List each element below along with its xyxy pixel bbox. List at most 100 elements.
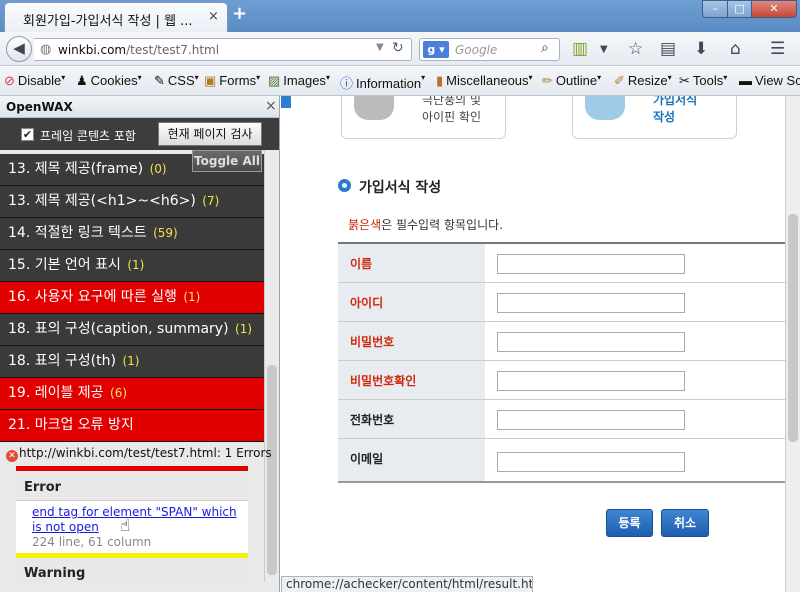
library-dropdown-icon[interactable]: ▼ — [600, 44, 608, 55]
images-icon: ▨ — [268, 73, 281, 88]
search-icon[interactable]: ⌕ — [541, 40, 549, 56]
search-bar[interactable]: g ▾ Google ⌕ — [419, 38, 560, 61]
step-card-verify-label: 극단풍의 및 아이핀 확인 — [422, 96, 482, 124]
result-row[interactable]: 15. 기본 언어 표시 (1) — [0, 250, 264, 282]
form-label: 비밀번호 — [338, 322, 485, 360]
new-tab-button[interactable]: + — [232, 3, 247, 24]
error-icon: ✕ — [6, 450, 18, 462]
browser-tab[interactable]: 회원가입-가입서식 작성 | 웹 ... × — [4, 2, 228, 32]
tab-title: 회원가입-가입서식 작성 | 웹 ... — [23, 14, 193, 29]
result-row-count: (6) — [110, 386, 128, 400]
form-input[interactable] — [497, 371, 685, 391]
reload-icon[interactable]: ↻ — [392, 40, 404, 56]
status-bar: chrome://achecker/content/html/result.ht… — [281, 576, 533, 592]
cookies-menu[interactable]: ♟ Cookies▾ — [76, 73, 142, 89]
sidebar-close-icon[interactable]: × — [265, 98, 277, 114]
submit-button[interactable]: 등록 — [606, 509, 653, 537]
form-input[interactable] — [497, 452, 685, 472]
menu-icon[interactable]: ☰ — [770, 39, 785, 59]
sidebar-scrollbar[interactable] — [264, 150, 279, 582]
home-icon[interactable]: ⌂ — [730, 39, 741, 59]
result-row[interactable]: 13. 제목 제공(<h1>~<h6>) (7) — [0, 186, 264, 218]
result-row[interactable]: 14. 적절한 링크 텍스트 (59) — [0, 218, 264, 250]
tools-icon: ✂ — [679, 73, 690, 88]
page-scroll-thumb[interactable] — [788, 214, 798, 442]
toggle-all-button[interactable]: Toggle All — [192, 150, 262, 172]
google-engine-icon[interactable]: g ▾ — [423, 41, 449, 58]
globe-icon: ◍ — [40, 42, 52, 57]
error-link[interactable]: end tag for element "SPAN" which is not … — [32, 505, 248, 535]
top-nav-strip — [281, 96, 291, 108]
bookmarks-list-icon[interactable]: ▤ — [660, 39, 676, 59]
result-row-label: 18. 표의 구성(th) — [8, 353, 116, 369]
form-input[interactable] — [497, 410, 685, 430]
cookie-icon: ♟ — [76, 73, 88, 88]
error-body: end tag for element "SPAN" which is not … — [16, 501, 248, 553]
section-title: 가입서식 작성 — [359, 180, 442, 196]
resize-menu[interactable]: ✐ Resize▾ — [614, 73, 672, 89]
minimize-button[interactable]: – — [702, 0, 728, 18]
result-row[interactable]: 18. 표의 구성(caption, summary) (1) — [0, 314, 264, 346]
frame-content-checkbox[interactable]: ✔ — [21, 128, 34, 141]
view-source-icon: ▬ — [739, 73, 752, 88]
result-row-label: 16. 사용자 요구에 따른 실행 — [8, 289, 177, 305]
cancel-button[interactable]: 취소 — [661, 509, 709, 537]
step-card-form[interactable]: 가입서식 작성 — [572, 96, 737, 139]
form-label: 이메일 — [338, 439, 485, 481]
resize-icon: ✐ — [614, 73, 625, 88]
result-row-label: 18. 표의 구성(caption, summary) — [8, 321, 229, 337]
result-row[interactable]: 16. 사용자 요구에 따른 실행 (1) — [0, 282, 264, 314]
form-label: 비밀번호확인 — [338, 361, 485, 399]
disable-menu[interactable]: ⊘ Disable▾ — [4, 73, 65, 89]
check-current-page-button[interactable]: 현재 페이지 검사 — [158, 122, 262, 146]
result-row[interactable]: 18. 표의 구성(th) (1) — [0, 346, 264, 378]
result-row-count: (1) — [235, 322, 253, 336]
form-input[interactable] — [497, 254, 685, 274]
back-button[interactable]: ◀ — [6, 36, 32, 62]
result-url: ✕ http://winkbi.com/test/test7.html: 1 Er… — [6, 446, 272, 462]
url-bar[interactable]: ◍ winkbi.com/test/test7.html ▼ ↻ — [34, 38, 412, 61]
library-icon[interactable]: ▥ — [572, 39, 588, 59]
result-row[interactable]: 21. 마크업 오류 방지 — [0, 410, 264, 442]
forms-menu[interactable]: ▣ Forms▾ — [204, 73, 260, 89]
tab-close-icon[interactable]: × — [208, 9, 219, 24]
bookmark-star-icon[interactable]: ☆ — [628, 39, 643, 59]
info-icon: ⓘ — [340, 76, 354, 91]
outline-icon: ✏ — [542, 73, 553, 88]
outline-menu[interactable]: ✏ Outline▾ — [542, 73, 601, 89]
result-row[interactable]: 19. 레이블 제공 (6) — [0, 378, 264, 410]
tools-menu[interactable]: ✂ Tools▾ — [679, 73, 727, 89]
miscellaneous-menu[interactable]: ▮ Miscellaneous▾ — [436, 73, 533, 89]
forms-icon: ▣ — [204, 73, 217, 88]
form-row: 이메일 — [338, 439, 785, 481]
result-row-label: 21. 마크업 오류 방지 — [8, 417, 134, 433]
error-section: Error end tag for element "SPAN" which i… — [16, 466, 248, 553]
hand-cursor-icon: ☝ — [120, 516, 131, 536]
close-window-button[interactable]: ✕ — [751, 0, 797, 18]
result-list: 13. 제목 제공(frame) (0) 13. 제목 제공(<h1>~<h6>)… — [0, 154, 264, 442]
sidebar-title: OpenWAX — [6, 100, 73, 114]
magnifier-icon — [585, 96, 625, 120]
css-menu[interactable]: ✎ CSS▾ — [154, 73, 199, 89]
form-input[interactable] — [497, 293, 685, 313]
form-row: 이름 — [338, 244, 785, 283]
step-card-verify[interactable]: 극단풍의 및 아이핀 확인 — [341, 96, 506, 139]
page-scrollbar[interactable] — [785, 96, 800, 592]
maximize-button[interactable]: □ — [727, 0, 752, 18]
images-menu[interactable]: ▨ Images▾ — [268, 73, 330, 89]
view-source-menu[interactable]: ▬ View Sc — [739, 73, 800, 88]
search-placeholder: Google — [455, 43, 498, 57]
result-row-count: (0) — [149, 162, 167, 176]
result-row-label: 13. 제목 제공(frame) — [8, 161, 144, 177]
downloads-icon[interactable]: ⬇ — [694, 39, 708, 59]
information-menu[interactable]: ⓘ Information▾ — [340, 73, 425, 92]
form-label: 아이디 — [338, 283, 485, 321]
form-label: 전화번호 — [338, 400, 485, 438]
css-icon: ✎ — [154, 73, 165, 88]
sidebar-scroll-thumb[interactable] — [267, 365, 277, 575]
navigation-toolbar: ◀ ◍ winkbi.com/test/test7.html ▼ ↻ g ▾ G… — [0, 32, 800, 66]
form-input[interactable] — [497, 332, 685, 352]
back-arrow-icon: ◀ — [13, 39, 25, 57]
result-row-label: 19. 레이블 제공 — [8, 385, 104, 401]
url-history-dropdown-icon[interactable]: ▼ — [376, 42, 384, 53]
